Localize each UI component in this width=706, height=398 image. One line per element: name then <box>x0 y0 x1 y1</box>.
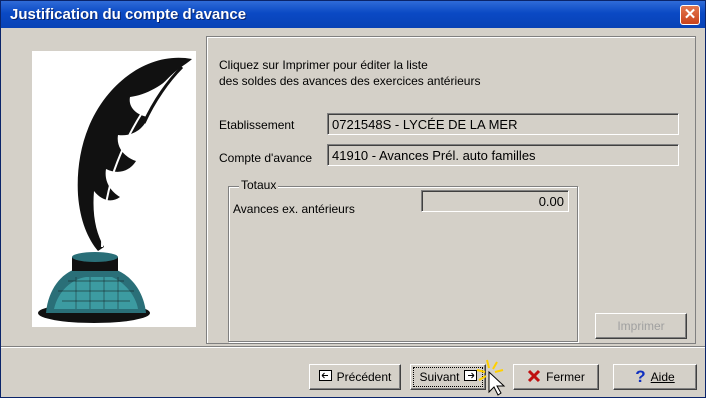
aide-button[interactable]: ? Aide <box>613 364 697 390</box>
avances-label: Avances ex. antérieurs <box>233 202 355 216</box>
etablissement-label: Etablissement <box>219 118 295 132</box>
close-window-button[interactable]: ✕ <box>680 5 700 25</box>
fermer-button[interactable]: Fermer <box>513 364 599 390</box>
help-question-icon: ? <box>635 367 646 386</box>
quill-inkwell-icon <box>38 57 192 323</box>
precedent-label: Précédent <box>336 370 392 384</box>
compte-avance-field: 41910 - Avances Prél. auto familles <box>327 144 679 166</box>
imprimer-button[interactable]: Imprimer <box>595 313 687 339</box>
navigate-left-icon <box>318 370 332 384</box>
precedent-button[interactable]: Précédent <box>309 364 401 390</box>
avances-value-field: 0.00 <box>421 190 569 212</box>
aide-label: Aide <box>650 370 675 384</box>
close-x-icon <box>527 369 541 386</box>
compte-avance-label: Compte d'avance <box>219 151 313 165</box>
suivant-label: Suivant <box>419 370 460 384</box>
quill-inkwell-illustration <box>32 51 196 327</box>
window-title: Justification du compte d'avance <box>10 6 247 23</box>
dialog-window: Justification du compte d'avance ✕ Cliqu… <box>0 0 706 398</box>
etablissement-field: 0721548S - LYCÉE DE LA MER <box>327 113 679 135</box>
dialog-body: Cliquez sur Imprimer pour éditer la list… <box>1 28 705 397</box>
instruction-line-2: des soldes des avances des exercices ant… <box>219 74 481 88</box>
instruction-line-1: Cliquez sur Imprimer pour éditer la list… <box>219 58 428 72</box>
totaux-group-title: Totaux <box>239 178 279 192</box>
fermer-label: Fermer <box>546 370 585 384</box>
footer-separator <box>1 346 705 348</box>
title-bar[interactable]: Justification du compte d'avance ✕ <box>1 1 705 28</box>
click-highlight-icon <box>476 359 506 396</box>
